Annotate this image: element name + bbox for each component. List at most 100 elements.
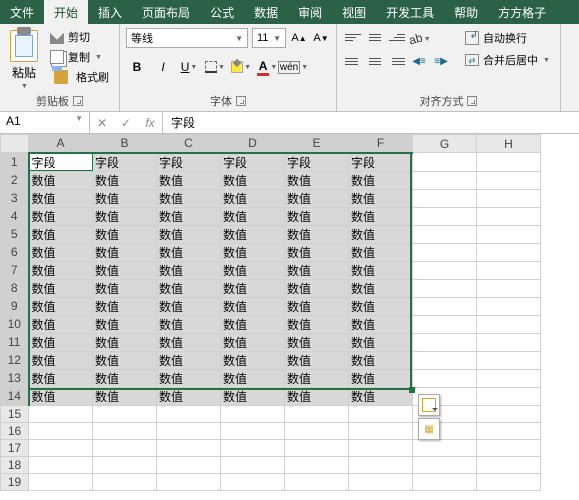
- underline-button[interactable]: U▼: [178, 56, 200, 78]
- cell-F7[interactable]: 数值: [349, 261, 413, 279]
- cell-A16[interactable]: [29, 422, 93, 439]
- align-left-button[interactable]: [343, 52, 363, 70]
- font-name-combo[interactable]: 等线▼: [126, 28, 248, 48]
- cell-F2[interactable]: 数值: [349, 171, 413, 189]
- tab-公式[interactable]: 公式: [200, 0, 244, 24]
- align-top-button[interactable]: [343, 28, 363, 46]
- row-header-15[interactable]: 15: [1, 405, 29, 422]
- cell-B10[interactable]: 数值: [93, 315, 157, 333]
- row-header-12[interactable]: 12: [1, 351, 29, 369]
- cell-B17[interactable]: [93, 439, 157, 456]
- col-header-C[interactable]: C: [157, 135, 221, 153]
- cell-E9[interactable]: 数值: [285, 297, 349, 315]
- cell-C11[interactable]: 数值: [157, 333, 221, 351]
- increase-indent-button[interactable]: ≡▶: [431, 52, 451, 70]
- cell-A10[interactable]: 数值: [29, 315, 93, 333]
- cell-B16[interactable]: [93, 422, 157, 439]
- cell-G5[interactable]: [413, 225, 477, 243]
- cell-G3[interactable]: [413, 189, 477, 207]
- row-header-6[interactable]: 6: [1, 243, 29, 261]
- cell-F1[interactable]: 字段: [349, 153, 413, 172]
- tab-插入[interactable]: 插入: [88, 0, 132, 24]
- cell-G7[interactable]: [413, 261, 477, 279]
- cell-A6[interactable]: 数值: [29, 243, 93, 261]
- cell-D6[interactable]: 数值: [221, 243, 285, 261]
- cell-A15[interactable]: [29, 405, 93, 422]
- cell-H2[interactable]: [477, 171, 541, 189]
- cell-C17[interactable]: [157, 439, 221, 456]
- cell-C8[interactable]: 数值: [157, 279, 221, 297]
- col-header-E[interactable]: E: [285, 135, 349, 153]
- cell-B12[interactable]: 数值: [93, 351, 157, 369]
- cell-F12[interactable]: 数值: [349, 351, 413, 369]
- cell-H16[interactable]: [477, 422, 541, 439]
- dialog-launcher-icon[interactable]: [73, 96, 83, 106]
- col-header-F[interactable]: F: [349, 135, 413, 153]
- cell-A9[interactable]: 数值: [29, 297, 93, 315]
- cell-H18[interactable]: [477, 456, 541, 473]
- format-painter-button[interactable]: 格式刷: [46, 68, 113, 86]
- cell-D11[interactable]: 数值: [221, 333, 285, 351]
- select-all-corner[interactable]: [1, 135, 29, 153]
- cell-E2[interactable]: 数值: [285, 171, 349, 189]
- cell-G9[interactable]: [413, 297, 477, 315]
- wrap-text-button[interactable]: 自动换行: [461, 28, 554, 48]
- cell-D9[interactable]: 数值: [221, 297, 285, 315]
- cell-B9[interactable]: 数值: [93, 297, 157, 315]
- tab-数据[interactable]: 数据: [244, 0, 288, 24]
- insert-function-button[interactable]: fx: [138, 116, 162, 130]
- decrease-indent-button[interactable]: ◀≡: [409, 52, 429, 70]
- cell-D14[interactable]: 数值: [221, 387, 285, 405]
- cell-E15[interactable]: [285, 405, 349, 422]
- cell-G6[interactable]: [413, 243, 477, 261]
- cell-H19[interactable]: [477, 473, 541, 490]
- cell-B4[interactable]: 数值: [93, 207, 157, 225]
- cell-A3[interactable]: 数值: [29, 189, 93, 207]
- phonetic-button[interactable]: wén▼: [282, 56, 304, 78]
- cell-B14[interactable]: 数值: [93, 387, 157, 405]
- cell-A2[interactable]: 数值: [29, 171, 93, 189]
- cell-H8[interactable]: [477, 279, 541, 297]
- cell-D12[interactable]: 数值: [221, 351, 285, 369]
- row-header-8[interactable]: 8: [1, 279, 29, 297]
- tab-帮助[interactable]: 帮助: [444, 0, 488, 24]
- italic-button[interactable]: I: [152, 56, 174, 78]
- cell-G1[interactable]: [413, 153, 477, 172]
- cell-B7[interactable]: 数值: [93, 261, 157, 279]
- col-header-B[interactable]: B: [93, 135, 157, 153]
- row-header-10[interactable]: 10: [1, 315, 29, 333]
- orientation-button[interactable]: ab▼: [409, 28, 431, 50]
- tab-文件[interactable]: 文件: [0, 0, 44, 24]
- cell-B3[interactable]: 数值: [93, 189, 157, 207]
- cell-D1[interactable]: 字段: [221, 153, 285, 172]
- cell-D13[interactable]: 数值: [221, 369, 285, 387]
- tab-视图[interactable]: 视图: [332, 0, 376, 24]
- cell-F15[interactable]: [349, 405, 413, 422]
- increase-font-button[interactable]: A▲: [290, 28, 308, 48]
- cell-C19[interactable]: [157, 473, 221, 490]
- cell-F5[interactable]: 数值: [349, 225, 413, 243]
- cell-D18[interactable]: [221, 456, 285, 473]
- cell-F14[interactable]: 数值: [349, 387, 413, 405]
- cell-F19[interactable]: [349, 473, 413, 490]
- copy-button[interactable]: 复制▼: [46, 48, 113, 66]
- cell-E11[interactable]: 数值: [285, 333, 349, 351]
- cell-F3[interactable]: 数值: [349, 189, 413, 207]
- cell-E7[interactable]: 数值: [285, 261, 349, 279]
- cancel-edit-button[interactable]: ✕: [90, 116, 114, 130]
- cell-H1[interactable]: [477, 153, 541, 172]
- font-color-button[interactable]: A▼: [256, 56, 278, 78]
- cell-G18[interactable]: [413, 456, 477, 473]
- cell-D3[interactable]: 数值: [221, 189, 285, 207]
- cell-D10[interactable]: 数值: [221, 315, 285, 333]
- tab-方方格子[interactable]: 方方格子: [488, 0, 556, 24]
- cell-B19[interactable]: [93, 473, 157, 490]
- name-box[interactable]: A1▼: [0, 112, 90, 133]
- cell-F4[interactable]: 数值: [349, 207, 413, 225]
- row-header-11[interactable]: 11: [1, 333, 29, 351]
- cell-C10[interactable]: 数值: [157, 315, 221, 333]
- cell-C2[interactable]: 数值: [157, 171, 221, 189]
- cell-D7[interactable]: 数值: [221, 261, 285, 279]
- bold-button[interactable]: B: [126, 56, 148, 78]
- cell-D8[interactable]: 数值: [221, 279, 285, 297]
